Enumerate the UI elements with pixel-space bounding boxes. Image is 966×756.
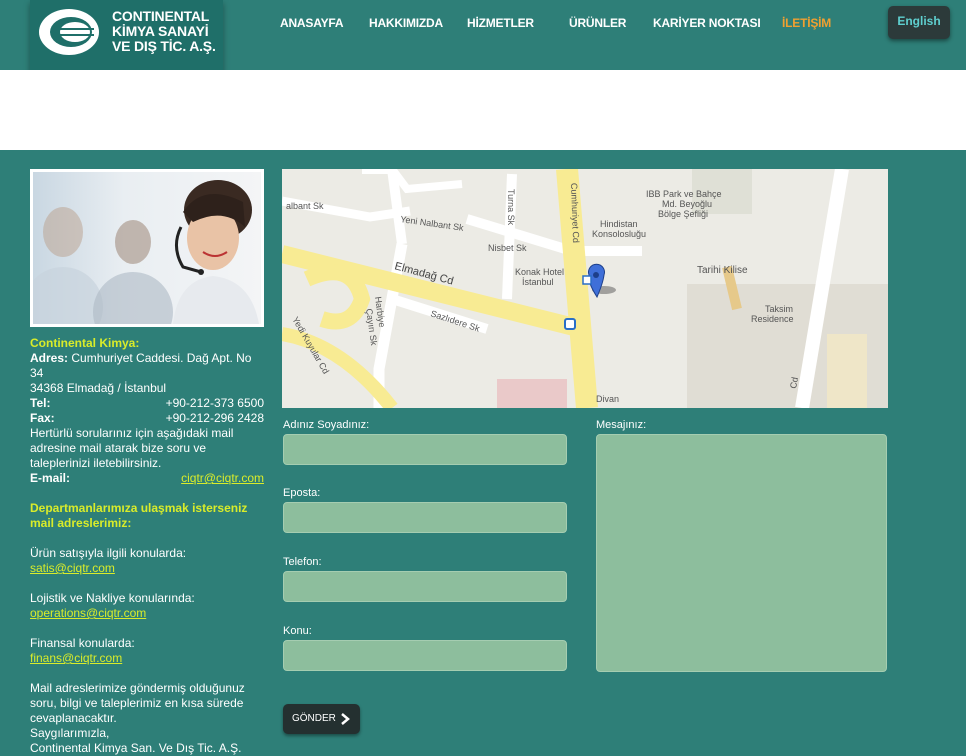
map-label-nisbet: Nisbet Sk [488, 243, 527, 253]
address-line-2: 34368 Elmadağ / İstanbul [30, 381, 167, 395]
map-label-konak-2: İstanbul [522, 277, 554, 287]
map-bus-stop-icon [564, 318, 576, 330]
name-input[interactable] [283, 434, 567, 465]
customer-service-photo [30, 169, 264, 327]
nav-urunler[interactable]: ÜRÜNLER [569, 16, 626, 30]
logo-line-3: VE DIŞ TİC. A.Ş. [112, 38, 216, 54]
closing-text: Mail adreslerimize göndermiş olduğunuz s… [30, 681, 245, 725]
map-label-hindistan-1: Hindistan [600, 219, 638, 229]
map-label-taksim-1: Taksim [765, 304, 793, 314]
map-label-albant: albant Sk [286, 201, 324, 211]
logo-line-1: CONTINENTAL [112, 8, 210, 24]
map-label-ibb-3: Bölge Şefliği [658, 209, 708, 219]
logo-emblem-icon [39, 9, 99, 55]
subject-input[interactable] [283, 640, 567, 671]
send-button[interactable]: GÖNDER [283, 704, 360, 734]
email-link[interactable]: ciqtr@ciqtr.com [181, 471, 264, 486]
logo-line-2: KİMYA SANAYİ [112, 23, 209, 39]
map-label-tarihi: Tarihi Kilise [697, 265, 748, 276]
tel-value: +90-212-373 6500 [165, 396, 264, 410]
email-field-label: Eposta: [283, 487, 321, 499]
map-label-konak-1: Konak Hotel [515, 267, 564, 277]
dept-heading: Departmanlarımıza ulaşmak isterseniz mai… [30, 501, 248, 530]
nav-anasayfa[interactable]: ANASAYFA [280, 16, 344, 30]
finance-email-link[interactable]: finans@ciqtr.com [30, 651, 122, 665]
phone-input[interactable] [283, 571, 567, 602]
company-name: Continental Kimya: [30, 336, 140, 350]
info-text: Hertürlü sorularınız için aşağıdaki mail… [30, 426, 234, 470]
chevron-right-icon [341, 713, 350, 725]
map-label-ibb-1: IBB Park ve Bahçe [646, 189, 722, 199]
map-label-ibb-2: Md. Beyoğlu [662, 199, 712, 209]
message-textarea[interactable] [596, 434, 887, 672]
email-label: E-mail: [30, 471, 71, 485]
nav-kariyer[interactable]: KARİYER NOKTASI [653, 16, 761, 30]
contact-info: Continental Kimya: Adres: Cumhuriyet Cad… [30, 336, 264, 756]
finance-text: Finansal konularda: [30, 636, 135, 650]
signoff-1: Saygılarımızla, [30, 726, 110, 740]
logistics-email-link[interactable]: operations@ciqtr.com [30, 606, 146, 620]
fax-label: Fax: [30, 411, 55, 425]
phone-label: Telefon: [283, 556, 322, 568]
tel-label: Tel: [30, 396, 51, 410]
logistics-text: Lojistik ve Nakliye konularında: [30, 591, 195, 605]
map-label-turna: Turna Sk [506, 189, 516, 226]
nav-iletisim[interactable]: İLETİŞİM [782, 16, 831, 30]
nav-hakkimizda[interactable]: HAKKIMIZDA [369, 16, 443, 30]
address-label: Adres: [30, 351, 69, 365]
map-label-divan: Divan [596, 394, 619, 404]
map-label-cd: Cd [788, 376, 800, 389]
email-input[interactable] [283, 502, 567, 533]
signoff-2: Continental Kimya San. Ve Dış Tic. A.Ş. [30, 741, 242, 755]
sales-text: Ürün satışıyla ilgili konularda: [30, 546, 187, 560]
name-label: Adınız Soyadınız: [283, 419, 370, 431]
send-button-label: GÖNDER [292, 713, 336, 724]
map-label-hindistan-2: Konsolosluğu [592, 229, 646, 239]
map-label-taksim-2: Residence [751, 314, 794, 324]
map-bus-stop-icon-2 [582, 275, 592, 285]
subject-label: Konu: [283, 625, 312, 637]
map-label-cumhuriyet: Cumhuriyet Cd [569, 183, 581, 243]
location-map[interactable]: albant Sk Yeni Nalbant Sk Turna Sk Cumhu… [282, 169, 888, 408]
sales-email-link[interactable]: satis@ciqtr.com [30, 561, 115, 575]
fax-value: +90-212-296 2428 [165, 411, 264, 425]
nav-hizmetler[interactable]: HİZMETLER [467, 16, 534, 30]
banner-area [0, 70, 966, 150]
language-button[interactable]: English [888, 6, 950, 39]
message-label: Mesajınız: [596, 419, 647, 431]
